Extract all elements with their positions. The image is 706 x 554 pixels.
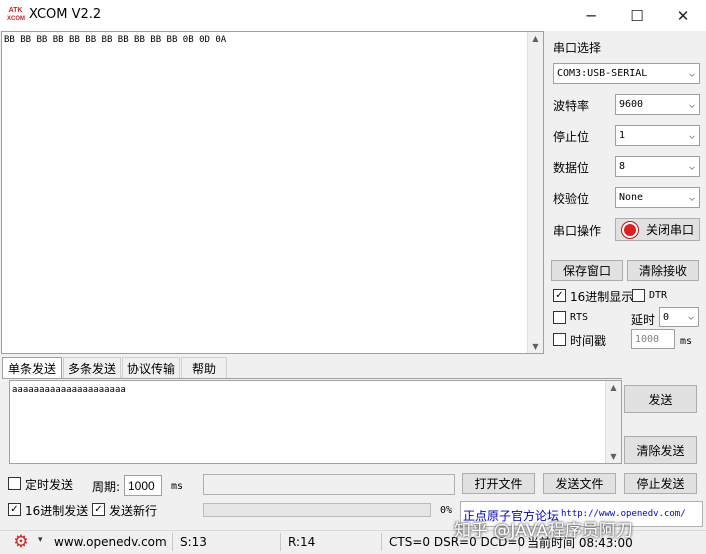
chevron-down-icon: ⌵ <box>687 311 694 323</box>
tab-protocol[interactable]: 协议传输 <box>122 357 180 378</box>
check-icon: ✓ <box>94 503 103 515</box>
save-window-button[interactable]: 保存窗口 <box>551 260 623 281</box>
newline-checkbox[interactable]: ✓ <box>92 503 105 516</box>
chevron-down-icon: ⌵ <box>688 130 695 141</box>
watermark: 知乎 @JAVA程序员阿刀 <box>454 520 633 541</box>
record-icon <box>622 221 638 238</box>
timestamp-input[interactable]: 1000 <box>631 329 675 349</box>
hex-send-label: 16进制发送 <box>25 504 89 518</box>
gear-icon[interactable]: ⚙ <box>12 532 30 552</box>
period-value: 1000 <box>128 478 155 493</box>
window-title: XCOM V2.2 <box>29 7 102 22</box>
scroll-up-icon[interactable]: ▲ <box>528 34 543 43</box>
send-text: aaaaaaaaaaaaaaaaaaaaa <box>12 385 126 395</box>
port-operation-label: 串口操作 <box>553 224 602 238</box>
stop-bits-value: 1 <box>619 130 626 141</box>
rts-label: RTS <box>570 312 589 323</box>
tab-single-send[interactable]: 单条发送 <box>2 357 62 378</box>
clear-receive-button[interactable]: 清除接收 <box>627 260 699 281</box>
timed-send-checkbox[interactable] <box>8 477 21 490</box>
status-received: R:14 <box>282 533 382 551</box>
tab-help[interactable]: 帮助 <box>181 357 227 378</box>
maximize-button[interactable]: ☐ <box>614 0 660 31</box>
close-port-button[interactable]: 关闭串口 <box>615 218 700 241</box>
stop-send-button[interactable]: 停止发送 <box>624 473 697 494</box>
receive-text: BB BB BB BB BB BB BB BB BB BB BB 0B 0D 0… <box>4 35 227 45</box>
dtr-checkbox[interactable] <box>632 289 645 302</box>
delay-select[interactable]: 0 ⌵ <box>659 307 699 327</box>
progress-text: 0% <box>440 505 453 516</box>
timestamp-checkbox[interactable] <box>553 333 566 346</box>
send-file-button[interactable]: 发送文件 <box>543 473 616 494</box>
minimize-button[interactable]: ─ <box>568 0 614 31</box>
timestamp-unit: ms <box>680 336 693 347</box>
logo-bottom-text: XCOM <box>7 16 25 22</box>
maximize-icon: ☐ <box>630 6 644 25</box>
delay-value: 0 <box>663 311 670 323</box>
hex-send-checkbox[interactable]: ✓ <box>8 503 21 516</box>
hex-display-label: 16进制显示 <box>570 290 634 304</box>
file-path-input[interactable] <box>203 474 455 495</box>
port-select[interactable]: COM3:USB-SERIAL ⌵ <box>553 63 700 84</box>
minimize-icon: ─ <box>586 6 596 25</box>
stop-bits-select[interactable]: 1 ⌵ <box>615 125 700 146</box>
close-port-label: 关闭串口 <box>646 223 695 237</box>
chevron-down-icon: ⌵ <box>688 161 695 172</box>
rts-checkbox[interactable] <box>553 311 566 324</box>
clear-send-button[interactable]: 清除发送 <box>624 436 697 464</box>
app-logo-icon: ATK XCOM <box>7 7 25 24</box>
send-scrollbar[interactable]: ▲ ▼ <box>605 381 621 463</box>
timestamp-label: 时间戳 <box>570 334 607 348</box>
receive-scrollbar[interactable]: ▲ ▼ <box>527 32 543 353</box>
period-label: 周期: <box>92 480 121 494</box>
parity-select[interactable]: None ⌵ <box>615 187 700 208</box>
close-button[interactable]: ✕ <box>660 0 706 31</box>
newline-label: 发送新行 <box>109 504 158 518</box>
chevron-down-icon: ⌵ <box>688 68 695 79</box>
open-file-button[interactable]: 打开文件 <box>462 473 535 494</box>
timestamp-value: 1000 <box>635 333 660 345</box>
baud-select[interactable]: 9600 ⌵ <box>615 94 700 115</box>
data-bits-value: 8 <box>619 161 626 172</box>
send-button[interactable]: 发送 <box>624 385 697 413</box>
delay-label: 延时 <box>631 313 656 327</box>
status-site[interactable]: www.openedv.com <box>48 533 173 551</box>
port-select-value: COM3:USB-SERIAL <box>557 68 648 79</box>
check-icon: ✓ <box>555 289 564 301</box>
period-unit: ms <box>171 481 184 492</box>
chevron-down-icon: ⌵ <box>688 192 695 203</box>
data-bits-label: 数据位 <box>553 161 590 175</box>
timed-send-label: 定时发送 <box>25 478 74 492</box>
tab-divider <box>2 378 622 379</box>
scroll-up-icon[interactable]: ▲ <box>606 383 621 392</box>
status-sent: S:13 <box>174 533 281 551</box>
parity-label: 校验位 <box>553 192 590 206</box>
parity-value: None <box>619 192 644 203</box>
close-icon: ✕ <box>676 6 690 25</box>
baud-value: 9600 <box>619 99 644 110</box>
dtr-label: DTR <box>649 290 668 301</box>
tab-multi-send[interactable]: 多条发送 <box>63 357 121 378</box>
receive-textarea[interactable] <box>1 31 544 354</box>
scroll-down-icon[interactable]: ▼ <box>528 342 543 351</box>
check-icon: ✓ <box>10 503 19 515</box>
port-select-label: 串口选择 <box>553 41 602 55</box>
chevron-down-icon[interactable]: ▾ <box>38 535 43 545</box>
period-input[interactable]: 1000 <box>124 475 162 496</box>
send-progress-bar <box>203 503 431 517</box>
baud-label: 波特率 <box>553 99 590 113</box>
data-bits-select[interactable]: 8 ⌵ <box>615 156 700 177</box>
logo-top-text: ATK <box>8 7 23 14</box>
scroll-down-icon[interactable]: ▼ <box>606 452 621 461</box>
chevron-down-icon: ⌵ <box>688 99 695 110</box>
hex-display-checkbox[interactable]: ✓ <box>553 289 566 302</box>
stop-bits-label: 停止位 <box>553 130 590 144</box>
